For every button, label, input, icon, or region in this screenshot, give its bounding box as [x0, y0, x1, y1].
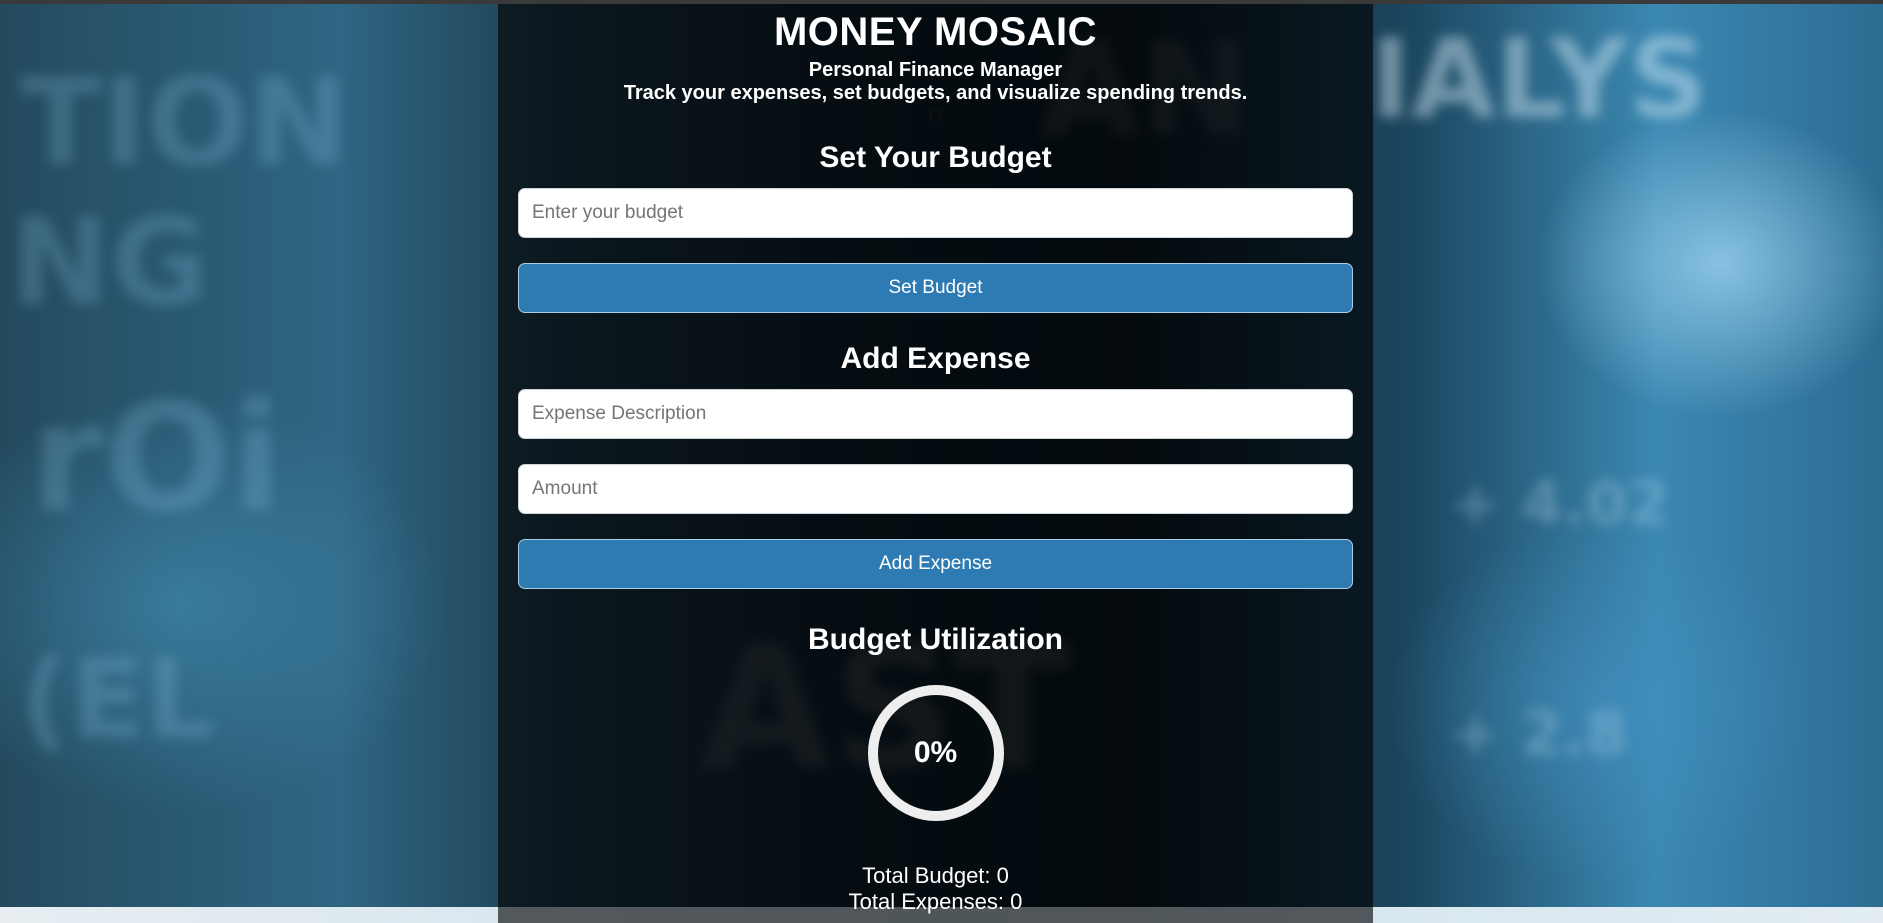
main-panel: MONEY MOSAIC Personal Finance Manager Tr…	[498, 4, 1373, 923]
budget-input[interactable]	[518, 188, 1353, 238]
utilization-gauge: 0%	[866, 683, 1006, 823]
utilization-percent: 0%	[913, 736, 958, 769]
app-title: MONEY MOSAIC	[773, 10, 1098, 54]
budget-heading: Set Your Budget	[819, 141, 1052, 174]
expense-heading: Add Expense	[840, 342, 1031, 375]
app-subtitle: Personal Finance Manager	[808, 59, 1063, 81]
total-budget: Total Budget: 0	[862, 863, 1009, 888]
app-tagline: Track your expenses, set budgets, and vi…	[623, 82, 1248, 104]
total-expenses: Total Expenses: 0	[848, 889, 1023, 914]
set-budget-button[interactable]: Set Budget	[518, 263, 1353, 313]
totals-block: Total Budget: 0 Total Expenses: 0	[518, 863, 1353, 915]
stray-glyph: O	[928, 105, 943, 125]
utilization-heading: Budget Utilization	[808, 623, 1063, 656]
add-expense-button[interactable]: Add Expense	[518, 539, 1353, 589]
expense-amount-input[interactable]	[518, 464, 1353, 514]
expense-description-input[interactable]	[518, 389, 1353, 439]
